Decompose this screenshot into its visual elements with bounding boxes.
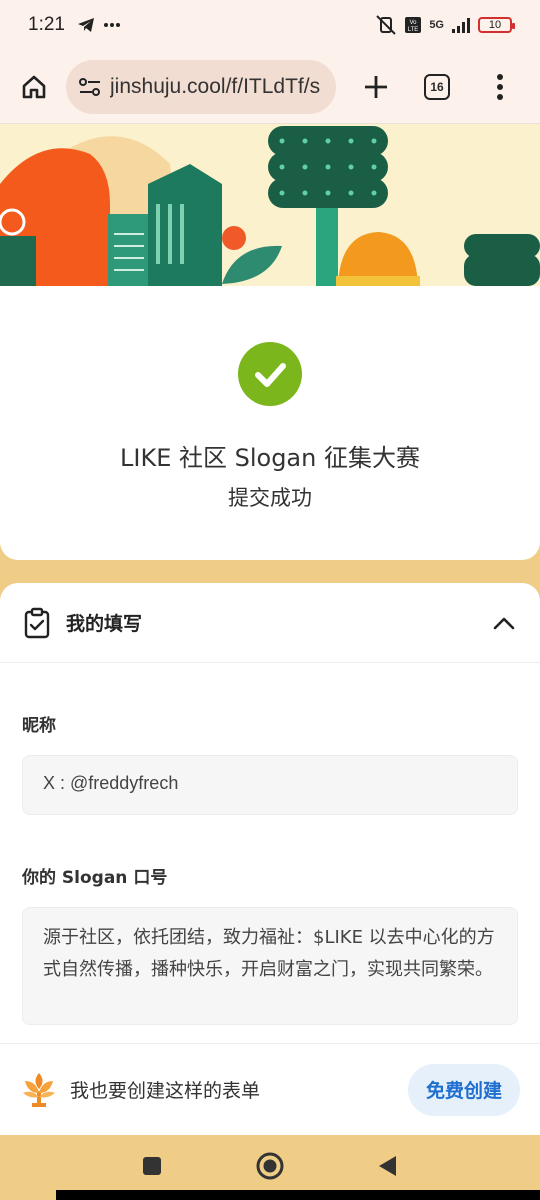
gesture-bar xyxy=(56,1190,540,1200)
plus-icon xyxy=(365,75,387,98)
form-banner-image xyxy=(0,124,540,286)
svg-text:Vo: Vo xyxy=(410,20,418,26)
nickname-value: X : @freddyfrech xyxy=(22,755,518,815)
my-answers-title: 我的填写 xyxy=(66,613,143,635)
address-bar[interactable]: jinshuju.cool/f/ITLdTf/s xyxy=(66,59,336,114)
status-bar: 1:21 Vo LTE 5G 10 xyxy=(0,0,540,50)
jinshuju-logo-icon xyxy=(23,1072,55,1107)
free-create-button[interactable]: 免费创建 xyxy=(408,1063,520,1116)
overflow-menu-icon[interactable] xyxy=(490,69,510,105)
my-answers-header[interactable]: 我的填写 xyxy=(0,583,540,663)
my-answers-card: 我的填写 昵称 X : @freddyfrech 你的 Slogan 口号 源于… xyxy=(0,583,540,1053)
home-button[interactable] xyxy=(16,69,52,105)
status-time: 1:21 xyxy=(28,14,65,35)
create-form-cta: 我也要创建这样的表单 免费创建 xyxy=(0,1043,540,1135)
success-indicator xyxy=(238,342,302,406)
slogan-label: 你的 Slogan 口号 xyxy=(22,868,168,888)
cta-text: 我也要创建这样的表单 xyxy=(70,1080,261,1102)
slogan-value: 源于社区，依托团结，致力福祉：$LIKE 以去中心化的方式自然传播，播种快乐，开… xyxy=(22,907,518,1025)
collapse-button[interactable] xyxy=(490,609,518,637)
success-message: 提交成功 xyxy=(228,486,312,510)
svg-text:LTE: LTE xyxy=(408,27,419,33)
volte-icon: VoLTE xyxy=(405,17,422,33)
back-icon xyxy=(379,1156,396,1176)
back-button[interactable] xyxy=(370,1149,404,1183)
home-circle-icon xyxy=(256,1152,284,1180)
check-icon xyxy=(255,363,286,387)
battery-icon: 10 xyxy=(478,17,515,33)
recents-button[interactable] xyxy=(135,1149,169,1183)
new-tab-button[interactable] xyxy=(358,69,394,105)
telegram-icon xyxy=(77,18,94,32)
network-type: 5G xyxy=(429,19,444,31)
recents-icon xyxy=(143,1157,161,1175)
chevron-up-icon xyxy=(493,617,515,629)
more-icon xyxy=(103,23,120,27)
clipboard-check-icon xyxy=(24,607,50,638)
mute-icon xyxy=(376,15,397,35)
home-icon xyxy=(22,75,46,98)
signal-icon xyxy=(452,18,470,33)
form-title: LIKE 社区 Slogan 征集大赛 xyxy=(120,444,420,472)
home-nav-button[interactable] xyxy=(253,1149,287,1183)
site-settings-icon[interactable] xyxy=(78,76,102,98)
tab-switcher-icon[interactable]: 16 xyxy=(424,73,450,100)
url-text: jinshuju.cool/f/ITLdTf/s xyxy=(110,74,321,98)
browser-toolbar: jinshuju.cool/f/ITLdTf/s 16 xyxy=(0,50,540,124)
submission-success-card: LIKE 社区 Slogan 征集大赛 提交成功 xyxy=(0,286,540,560)
nickname-label: 昵称 xyxy=(22,716,56,736)
